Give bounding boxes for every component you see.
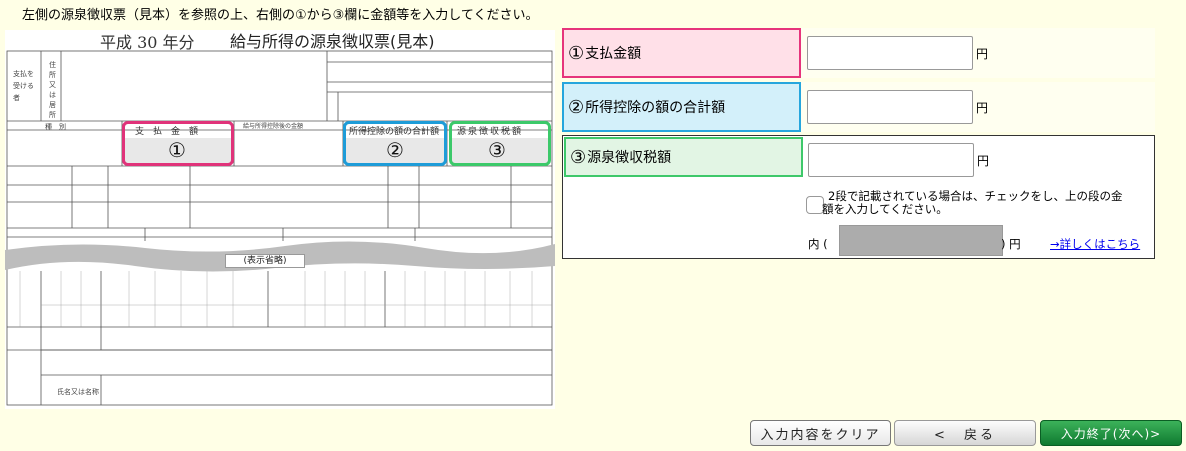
label-num: ①	[568, 42, 585, 64]
label-text: 支払金額	[585, 46, 642, 62]
uchi-amount-field-disabled	[839, 225, 1003, 256]
payment-amount-input[interactable]	[807, 36, 973, 70]
slip-title: 給与所得の源泉徴収票(見本)	[230, 32, 435, 51]
yen-unit: 円	[977, 154, 990, 168]
slip-address-label: 住所又は居所	[49, 61, 56, 119]
slip-payee-label: 支払を受ける者	[13, 70, 34, 102]
label-num: ③	[570, 146, 587, 168]
checkbox-text-line1: 2段で記載されている場合は、チェックをし、上の段の金	[828, 189, 1123, 203]
slip-num-1: ①	[168, 138, 186, 162]
uchi-suffix: ) 円	[1001, 237, 1021, 251]
slip-col-payment: 支 払 金 額	[135, 127, 199, 137]
details-link[interactable]: →詳しくはこちら	[1050, 236, 1140, 252]
label-payment-amount: ① 支払金額	[562, 28, 801, 78]
clear-input-button[interactable]: 入力内容をクリア	[750, 420, 891, 446]
two-tier-checkbox-label: 2段で記載されている場合は、チェックをし、上の段の金 額を入力してください。	[822, 189, 1154, 216]
yen-unit: 円	[976, 101, 989, 115]
deduction-total-input[interactable]	[807, 90, 973, 124]
yen-unit: 円	[976, 47, 989, 61]
back-button[interactable]: < 戻る	[894, 420, 1036, 446]
slip-num-2: ②	[386, 138, 404, 162]
label-withholding-tax: ③ 源泉徴収税額	[564, 137, 803, 177]
slip-omitted-label: (表示省略)	[225, 254, 305, 268]
slip-col-withholding: 源泉徴収税額	[457, 127, 524, 137]
slip-grid	[5, 50, 555, 406]
withholding-tax-input[interactable]	[808, 143, 974, 177]
uchi-prefix: 内 (	[808, 237, 828, 251]
slip-era: 平成 30 年分	[100, 33, 195, 52]
label-text: 所得控除の額の合計額	[585, 100, 726, 116]
slip-col-deduction-total: 所得控除の額の合計額	[349, 127, 440, 137]
finish-next-button[interactable]: 入力終了(次へ)>	[1040, 420, 1182, 446]
slip-num-3: ③	[488, 138, 506, 162]
slip-salary-label: 給与所得控除後の金額	[243, 123, 304, 130]
checkbox-text-line2: 額を入力してください。	[822, 202, 948, 216]
label-text: 源泉徴収税額	[587, 150, 672, 166]
slip-name-label: 氏名又は名称	[57, 388, 99, 396]
row-deduction-total: ② 所得控除の額の合計額 円	[562, 82, 1155, 132]
label-num: ②	[568, 96, 585, 118]
row-withholding-tax: ③ 源泉徴収税額 円 2段で記載されている場合は、チェックをし、上の段の金 額を…	[562, 135, 1155, 259]
sample-withholding-slip: 平成 30 年分 給与所得の源泉徴収票(見本) 支払を受ける者 住所又は居所 種…	[5, 30, 555, 409]
label-deduction-total: ② 所得控除の額の合計額	[562, 82, 801, 132]
row-payment-amount: ① 支払金額 円	[562, 28, 1155, 78]
slip-category-label: 種 別	[45, 123, 66, 131]
instruction-text: 左側の源泉徴収票（見本）を参照の上、右側の①から③欄に金額等を入力してください。	[22, 8, 539, 23]
